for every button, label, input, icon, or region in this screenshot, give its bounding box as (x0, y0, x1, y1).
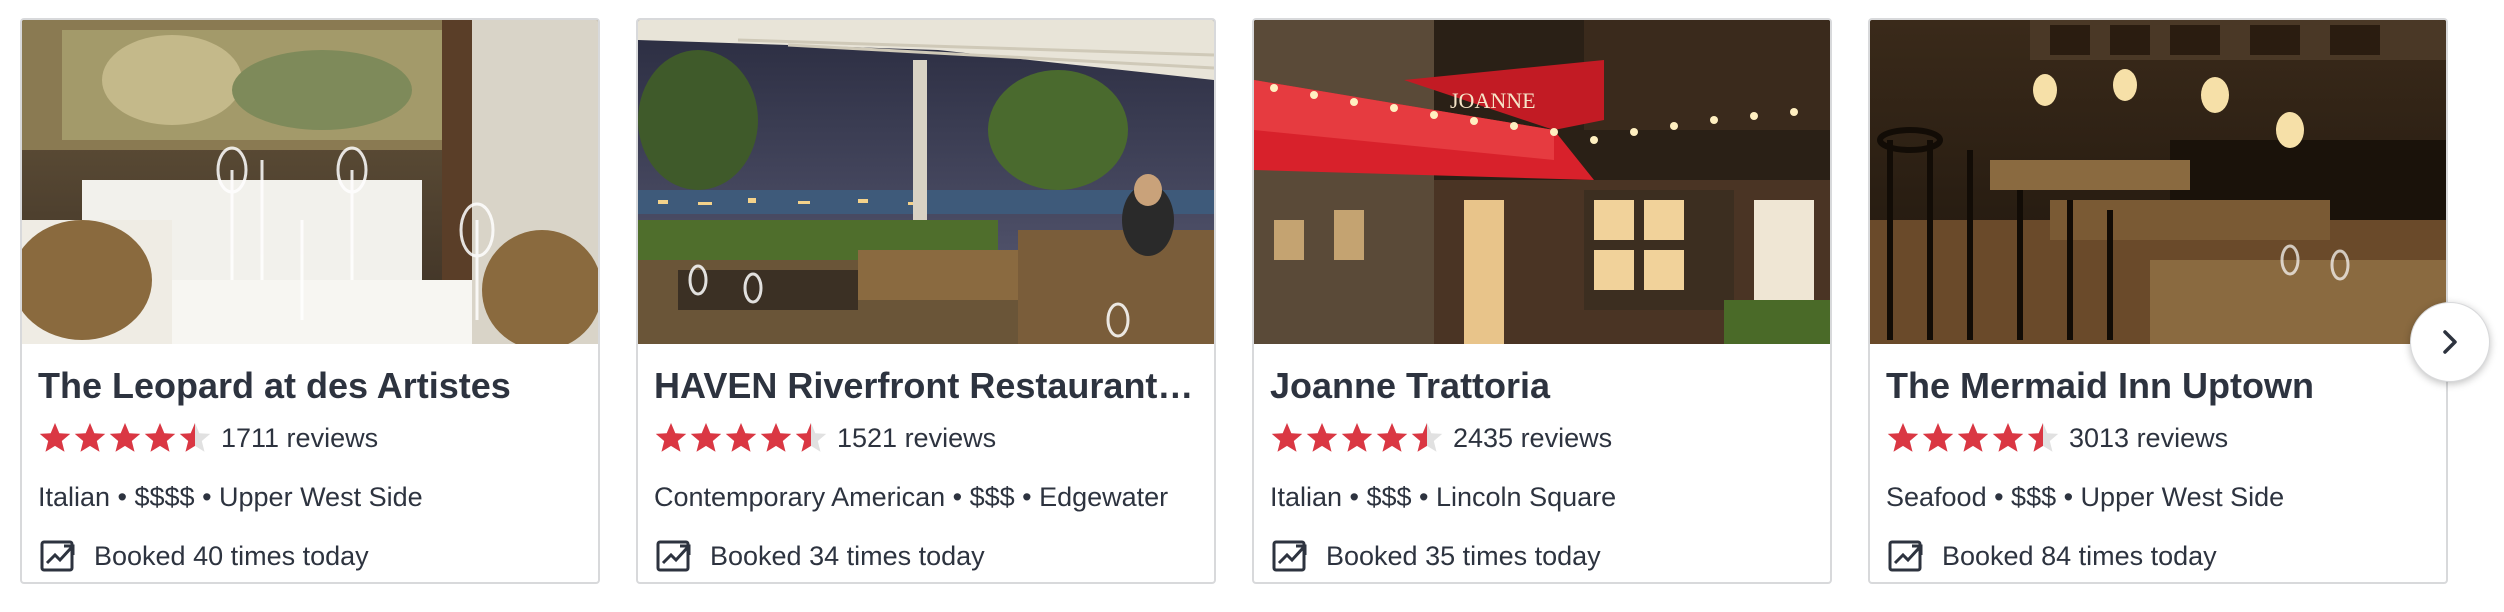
star-rating (38, 421, 213, 455)
rating-row: 3013 reviews (1886, 418, 2228, 458)
booking-info: Booked 34 times today (654, 536, 985, 576)
star-icon (1271, 423, 1303, 452)
restaurant-card[interactable]: The Leopard at des Artistes 1711 reviews… (20, 18, 600, 584)
star-icon (1341, 423, 1373, 452)
star-icon (1306, 423, 1338, 452)
booking-info: Booked 35 times today (1270, 536, 1601, 576)
star-icon (1887, 423, 1919, 452)
star-icon (760, 423, 792, 452)
restaurant-name[interactable]: The Mermaid Inn Uptown (1886, 364, 2434, 408)
restaurant-name[interactable]: HAVEN Riverfront Restaurant an... (654, 364, 1202, 408)
trending-up-icon (1272, 540, 1307, 572)
star-icon (795, 423, 827, 452)
star-icon (109, 423, 141, 452)
restaurant-details: Italian • $$$ • Lincoln Square (1270, 482, 1617, 512)
star-icon (179, 423, 211, 452)
review-count: 3013 reviews (2069, 422, 2229, 453)
review-count: 1521 reviews (837, 422, 997, 453)
booked-count: Booked 34 times today (710, 540, 985, 571)
review-count: 2435 reviews (1453, 422, 1613, 453)
star-icon (1922, 423, 1954, 452)
star-rating (1886, 421, 2061, 455)
rating-row: 1711 reviews (38, 418, 378, 458)
restaurant-name[interactable]: The Leopard at des Artistes (38, 364, 586, 408)
booking-info: Booked 40 times today (38, 536, 369, 576)
star-rating (1270, 421, 1445, 455)
review-count: 1711 reviews (221, 422, 379, 453)
star-icon (2027, 423, 2059, 452)
star-icon (74, 423, 106, 452)
trending-up-icon (1888, 540, 1923, 572)
trending-up-icon (656, 540, 691, 572)
star-icon (1992, 423, 2024, 452)
rating-row: 1521 reviews (654, 418, 996, 458)
booking-info: Booked 84 times today (1886, 536, 2217, 576)
restaurant-details: Italian • $$$$ • Upper West Side (38, 482, 423, 512)
restaurant-carousel: The Leopard at des Artistes 1711 reviews… (0, 0, 2504, 612)
restaurant-photo[interactable] (1870, 20, 2446, 344)
restaurant-card[interactable]: The Mermaid Inn Uptown 3013 reviews Seaf… (1868, 18, 2448, 584)
booked-count: Booked 84 times today (1942, 540, 2217, 571)
star-icon (1411, 423, 1443, 452)
chevron-right-icon (2443, 330, 2457, 354)
star-icon (725, 423, 757, 452)
trending-up-icon (40, 540, 75, 572)
star-icon (1957, 423, 1989, 452)
restaurant-photo[interactable] (22, 20, 598, 344)
restaurant-card[interactable]: JOANNE Joanne Trattoria 2435 reviews Ita… (1252, 18, 1832, 584)
booked-count: Booked 35 times today (1326, 540, 1601, 571)
restaurant-card[interactable]: HAVEN Riverfront Restaurant an... 1521 r… (636, 18, 1216, 584)
star-icon (1376, 423, 1408, 452)
star-icon (39, 423, 71, 452)
carousel-next-button[interactable] (2410, 302, 2490, 382)
booked-count: Booked 40 times today (94, 540, 369, 571)
restaurant-name[interactable]: Joanne Trattoria (1270, 364, 1818, 408)
restaurant-details: Contemporary American • $$$ • Edgewater (654, 482, 1169, 512)
restaurant-photo[interactable]: JOANNE (1254, 20, 1830, 344)
awning-lettering: JOANNE (1450, 88, 1536, 113)
star-icon (144, 423, 176, 452)
star-rating (654, 421, 829, 455)
rating-row: 2435 reviews (1270, 418, 1612, 458)
restaurant-details: Seafood • $$$ • Upper West Side (1886, 482, 2285, 512)
star-icon (655, 423, 687, 452)
restaurant-photo[interactable] (638, 20, 1214, 344)
star-icon (690, 423, 722, 452)
